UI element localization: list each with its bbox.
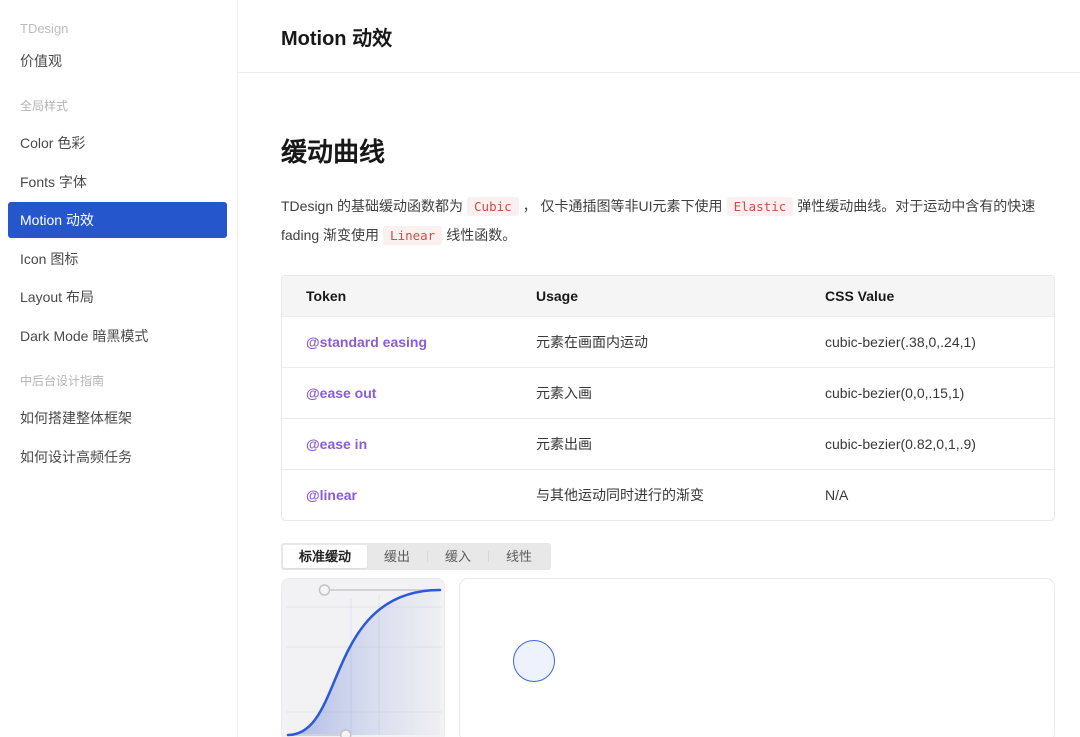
token-cell: @ease in [282, 418, 512, 469]
usage-cell: 与其他运动同时进行的渐变 [512, 469, 801, 520]
table-body: @standard easing元素在画面内运动cubic-bezier(.38… [282, 316, 1054, 520]
sidebar-item[interactable]: Motion 动效 [8, 202, 227, 238]
sidebar-section-title: 全局样式 [0, 89, 237, 123]
app-window: TDesign 价值观全局样式Color 色彩Fonts 字体Motion 动效… [0, 0, 1080, 737]
css-cell: cubic-bezier(0,0,.15,1) [801, 367, 1054, 418]
token-cell: @standard easing [282, 316, 512, 367]
inline-code: Linear [383, 226, 442, 245]
table-header-row: TokenUsageCSS Value [282, 276, 1054, 316]
css-cell: N/A [801, 469, 1054, 520]
column-header: Token [282, 276, 512, 316]
inline-code: Elastic [727, 197, 794, 216]
brand-label: TDesign [0, 16, 237, 40]
tab-3[interactable]: 缓入 [428, 545, 488, 568]
easing-table: TokenUsageCSS Value @standard easing元素在画… [281, 275, 1055, 521]
sidebar-item[interactable]: 价值观 [8, 43, 227, 79]
section-title: 缓动曲线 [281, 132, 1057, 169]
inline-code: Cubic [467, 197, 519, 216]
sidebar-item[interactable]: 如何设计高频任务 [8, 439, 227, 475]
token-cell: @linear [282, 469, 512, 520]
intro-text: 线性函数。 [446, 227, 516, 243]
sidebar-item[interactable]: Color 色彩 [8, 125, 227, 161]
sidebar-item[interactable]: Dark Mode 暗黑模式 [8, 318, 227, 354]
tab-2[interactable]: 缓出 [367, 545, 427, 568]
main-area: Motion 动效 缓动曲线 TDesign 的基础缓动函数都为Cubic， 仅… [238, 0, 1080, 737]
usage-cell: 元素出画 [512, 418, 801, 469]
css-cell: cubic-bezier(.38,0,.24,1) [801, 316, 1054, 367]
intro-text: TDesign 的基础缓动函数都为 [281, 198, 463, 214]
sidebar-nav: 价值观全局样式Color 色彩Fonts 字体Motion 动效Icon 图标L… [0, 43, 237, 475]
sidebar: TDesign 价值观全局样式Color 色彩Fonts 字体Motion 动效… [0, 0, 238, 737]
motion-demo-stage [459, 578, 1055, 737]
sidebar-section-title: 中后台设计指南 [0, 364, 237, 398]
content: 缓动曲线 TDesign 的基础缓动函数都为Cubic， 仅卡通插图等非UI元素… [238, 73, 1080, 737]
css-cell: cubic-bezier(0.82,0,1,.9) [801, 418, 1054, 469]
table-row: @linear与其他运动同时进行的渐变N/A [282, 469, 1054, 520]
demo-ball [513, 640, 555, 682]
intro-paragraph: TDesign 的基础缓动函数都为Cubic， 仅卡通插图等非UI元素下使用El… [281, 192, 1055, 250]
bezier-curve-chart [282, 579, 446, 737]
sidebar-item[interactable]: 如何搭建整体框架 [8, 400, 227, 436]
curve-fill [288, 590, 440, 735]
demo-row [281, 578, 1055, 737]
page-header: Motion 动效 [238, 0, 1080, 73]
bezier-curve-card [281, 578, 445, 737]
column-header: CSS Value [801, 276, 1054, 316]
column-header: Usage [512, 276, 801, 316]
control-handle-p2[interactable] [319, 585, 329, 595]
table-row: @ease in元素出画cubic-bezier(0.82,0,1,.9) [282, 418, 1054, 469]
tab-1[interactable]: 标准缓动 [283, 545, 367, 568]
sidebar-item[interactable]: Layout 布局 [8, 279, 227, 315]
usage-cell: 元素在画面内运动 [512, 316, 801, 367]
intro-text: ， 仅卡通插图等非UI元素下使用 [523, 198, 723, 214]
easing-tabs: 标准缓动缓出缓入线性 [281, 543, 551, 570]
token-cell: @ease out [282, 367, 512, 418]
sidebar-item[interactable]: Icon 图标 [8, 241, 227, 277]
tab-4[interactable]: 线性 [489, 545, 549, 568]
table-row: @ease out元素入画cubic-bezier(0,0,.15,1) [282, 367, 1054, 418]
sidebar-item[interactable]: Fonts 字体 [8, 164, 227, 200]
control-handle-p1[interactable] [341, 730, 351, 737]
table-row: @standard easing元素在画面内运动cubic-bezier(.38… [282, 316, 1054, 367]
usage-cell: 元素入画 [512, 367, 801, 418]
page-title: Motion 动效 [281, 22, 392, 51]
